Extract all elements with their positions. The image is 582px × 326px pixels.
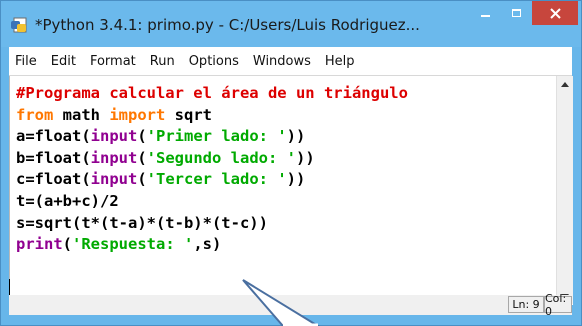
minimize-icon [480,15,490,17]
builtin-print: print [16,235,63,254]
close-icon [549,7,561,19]
code-token: ( [62,235,73,254]
scroll-up-button[interactable] [557,76,573,92]
minimize-button[interactable] [471,1,499,25]
menu-edit[interactable]: Edit [44,54,83,69]
status-bar: Ln: 9 Col: 0 [9,292,572,318]
code-token: c=float( [16,170,91,189]
string-literal: 'Respuesta: ' [72,235,194,254]
code-token: ( [137,148,147,167]
code-text[interactable]: #Programa calcular el área de un triángu… [16,83,408,256]
string-literal: 'Segundo lado: ' [146,148,296,167]
code-line-t: t=(a+b+c)/2 [16,191,119,210]
arrow-up-icon [561,81,569,87]
code-token: a=float( [16,127,91,146]
status-column-number: Col: 0 [544,292,572,318]
code-token: )) [286,170,306,189]
code-line-s: s=sqrt(t*(t-a)*(t-b)*(t-c)) [16,213,268,232]
menu-format[interactable]: Format [83,54,143,69]
code-token: sqrt [165,105,212,124]
maximize-button[interactable] [502,1,530,25]
code-token: ( [137,127,147,146]
code-editor[interactable]: #Programa calcular el área de un triángu… [9,76,573,305]
string-literal: 'Primer lado: ' [146,127,287,146]
idle-editor-window: *Python 3.4.1: primo.py - C:/Users/Luis … [0,0,582,326]
code-token: )) [286,127,306,146]
code-line-c: c=float(input('Tercer lado: ')) [16,170,305,188]
maximize-icon [511,9,521,17]
code-line-b: b=float(input('Segundo lado: ')) [16,149,315,167]
code-token: math [53,105,110,124]
menu-run[interactable]: Run [143,54,182,69]
code-token: )) [295,148,315,167]
code-token: b=float( [16,148,91,167]
keyword-from: from [16,105,54,124]
python-file-icon [11,17,27,33]
window-title: *Python 3.4.1: primo.py - C:/Users/Luis … [35,16,420,34]
menu-file[interactable]: File [9,54,44,69]
close-button[interactable] [532,1,578,25]
vertical-scrollbar[interactable] [556,76,573,304]
code-line-comment: #Programa calcular el área de un triángu… [16,84,408,102]
keyword-import: import [109,105,166,124]
code-line-import: from math import sqrt [16,106,212,124]
code-line-a: a=float(input('Primer lado: ')) [16,127,305,145]
builtin-input: input [90,148,138,167]
menu-bar: File Edit Format Run Options Windows Hel… [9,47,572,76]
builtin-input: input [90,127,138,146]
text-cursor [9,279,10,295]
menu-options[interactable]: Options [182,54,246,69]
status-line-number: Ln: 9 [508,296,544,313]
string-literal: 'Tercer lado: ' [146,170,287,189]
menu-windows[interactable]: Windows [246,54,318,69]
title-bar[interactable]: *Python 3.4.1: primo.py - C:/Users/Luis … [1,1,581,47]
builtin-input: input [90,170,138,189]
code-line-print: print('Respuesta: ',s) [16,235,221,253]
menu-help[interactable]: Help [318,54,362,69]
code-token: ,s) [193,235,222,254]
code-token: ( [137,170,147,189]
